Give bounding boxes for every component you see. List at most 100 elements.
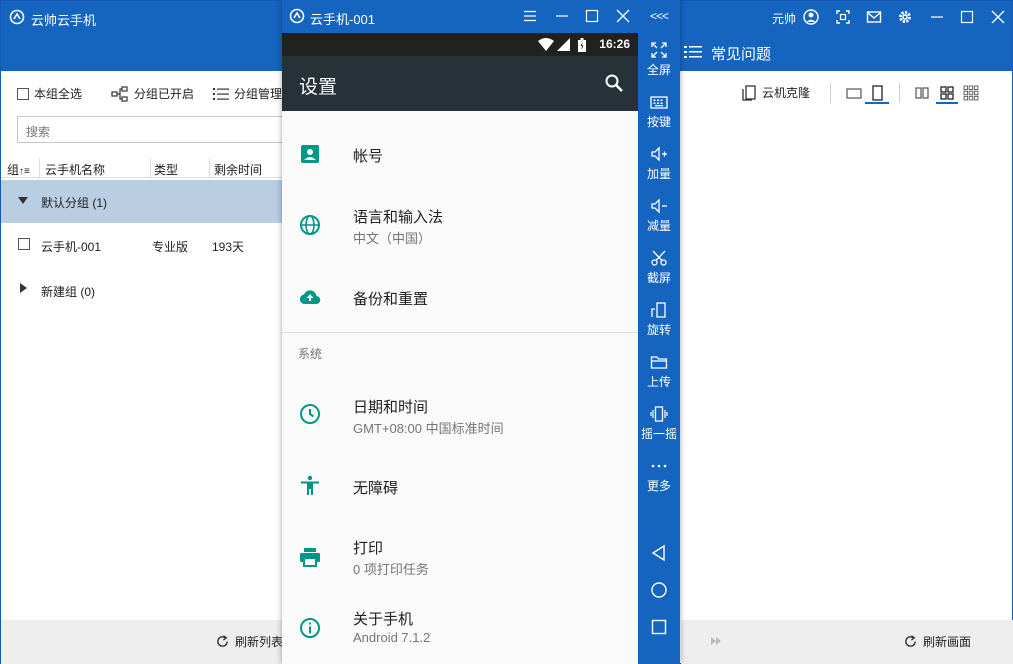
close-icon[interactable] (990, 9, 1006, 25)
refresh-list-label: 刷新列表 (235, 635, 284, 649)
settings-item-accessibility[interactable]: 无障碍 (282, 449, 638, 521)
settings-app-bar: 设置 (282, 56, 638, 111)
refresh-list-button[interactable]: 刷新列表 (215, 633, 283, 650)
settings-item-language[interactable]: 语言和输入法 中文（中国） (282, 197, 638, 253)
minimize-icon[interactable] (929, 9, 945, 25)
settings-item-subtitle: 中文（中国） (353, 231, 432, 246)
col-remaining[interactable]: 剩余时间 (214, 161, 262, 178)
upload-button[interactable]: 上传 (638, 348, 680, 394)
settings-item-title: 语言和输入法 (353, 209, 444, 226)
volume-up-button[interactable]: 加量 (638, 140, 680, 186)
printer-icon (300, 548, 320, 567)
group-tree-icon (111, 85, 128, 102)
battery-icon (578, 38, 586, 52)
app-logo-icon (9, 9, 25, 25)
device-remaining: 193天 (212, 240, 245, 254)
back-nav-icon[interactable] (650, 544, 668, 562)
settings-item-print[interactable]: 打印 0 项打印任务 (282, 521, 638, 593)
screenshot-label: 截屏 (646, 271, 671, 285)
collapse-arrow-icon[interactable] (20, 283, 27, 293)
minimize-icon[interactable] (555, 9, 569, 23)
grid-4-icon[interactable] (939, 85, 955, 101)
gear-icon[interactable] (897, 9, 913, 25)
col-group[interactable]: 组↑≡ (7, 161, 30, 178)
shake-label: 摇一摇 (640, 427, 677, 441)
volume-down-label: 减量 (646, 219, 671, 233)
faq-title[interactable]: 常见问题 (711, 43, 771, 64)
rotate-icon (651, 302, 666, 318)
device-checkbox[interactable] (18, 238, 30, 250)
app-title: 云帅云手机 (31, 13, 97, 28)
settings-item-backup[interactable]: 备份和重置 (282, 253, 638, 325)
group-label: 新建组 (0) (41, 285, 96, 299)
col-name[interactable]: 云手机名称 (45, 161, 105, 178)
user-avatar-icon[interactable] (803, 9, 819, 25)
select-all-label: 本组全选 (34, 87, 83, 101)
phone-title-bar[interactable]: 云手机-001 (282, 0, 638, 33)
fullscreen-button[interactable]: 全屏 (638, 36, 680, 82)
fullscreen-label: 全屏 (646, 63, 671, 77)
column-divider[interactable] (150, 158, 151, 178)
settings-item-about[interactable]: 关于手机 Android 7.1.2 (282, 593, 638, 664)
side-toolbar: <<< 全屏 按键 加量 减量 截屏 旋转 上传 摇一摇 更多 (638, 0, 680, 664)
settings-item-title: 备份和重置 (353, 291, 429, 308)
group-toggle-button[interactable]: 分组已开启 (111, 85, 194, 102)
col-type[interactable]: 类型 (154, 161, 178, 178)
refresh-icon (905, 635, 916, 647)
close-icon[interactable] (616, 9, 630, 23)
shake-button[interactable]: 摇一摇 (638, 400, 680, 446)
fullscreen-icon (651, 42, 667, 58)
rotate-label: 旋转 (646, 323, 671, 337)
home-nav-icon[interactable] (650, 581, 668, 599)
menu-icon[interactable] (523, 9, 537, 23)
group-row-default[interactable]: 默认分组 (1) (1, 180, 283, 223)
group-toggle-label: 分组已开启 (134, 87, 195, 101)
screen-capture-icon[interactable] (835, 9, 851, 25)
screenshot-button[interactable]: 截屏 (638, 244, 680, 290)
cloud-clone-label: 云机克隆 (762, 86, 811, 100)
list-manage-icon (213, 87, 229, 100)
app-bar-title: 设置 (299, 77, 338, 98)
checkbox-icon[interactable] (17, 87, 29, 100)
grid-2-icon[interactable] (914, 85, 930, 101)
cloud-clone-button[interactable]: 云机克隆 (742, 84, 810, 101)
volume-up-icon (651, 146, 667, 162)
landscape-icon[interactable] (846, 85, 862, 101)
maximize-icon[interactable] (959, 9, 975, 25)
faq-list-icon[interactable] (684, 44, 702, 60)
rotate-button[interactable]: 旋转 (638, 296, 680, 342)
group-manage-button[interactable]: 分组管理 (213, 85, 282, 102)
device-row[interactable]: 云手机-001 专业版 193天 (1, 225, 283, 265)
settings-item-account[interactable]: 帐号 (282, 111, 638, 197)
search-icon[interactable] (604, 73, 624, 93)
scissors-icon (651, 250, 667, 266)
maximize-icon[interactable] (585, 9, 599, 23)
column-divider[interactable] (209, 158, 210, 178)
signal-icon (557, 38, 570, 51)
expand-arrow-icon[interactable] (18, 197, 28, 204)
grid-9-icon[interactable] (963, 85, 979, 101)
portrait-icon[interactable] (869, 85, 885, 101)
device-name: 云手机-001 (41, 240, 102, 254)
volume-down-button[interactable]: 减量 (638, 192, 680, 238)
more-button[interactable]: 更多 (638, 452, 680, 498)
search-input[interactable]: 搜索 (17, 116, 297, 143)
mail-icon[interactable] (866, 9, 882, 25)
collapse-toolbar-button[interactable]: <<< (650, 9, 669, 23)
app-logo-icon (289, 8, 305, 24)
settings-item-title: 无障碍 (353, 480, 399, 497)
device-type: 专业版 (152, 240, 189, 254)
keyboard-icon (650, 96, 668, 109)
recents-nav-icon[interactable] (650, 618, 668, 636)
user-name[interactable]: 元帅 (772, 10, 796, 27)
settings-item-datetime[interactable]: 日期和时间 GMT+08:00 中国标准时间 (282, 379, 638, 449)
refresh-screen-button[interactable]: 刷新画面 (903, 633, 971, 650)
fast-forward-icon[interactable] (711, 637, 721, 645)
keys-button[interactable]: 按键 (638, 88, 680, 134)
column-divider[interactable] (39, 158, 40, 178)
settings-item-title: 帐号 (353, 148, 384, 165)
table-header: 组↑≡ 云手机名称 类型 剩余时间 (1, 158, 283, 178)
group-row-new[interactable]: 新建组 (0) (1, 269, 283, 309)
group-manage-label: 分组管理 (234, 87, 283, 101)
select-all-checkbox[interactable]: 本组全选 (17, 85, 82, 102)
